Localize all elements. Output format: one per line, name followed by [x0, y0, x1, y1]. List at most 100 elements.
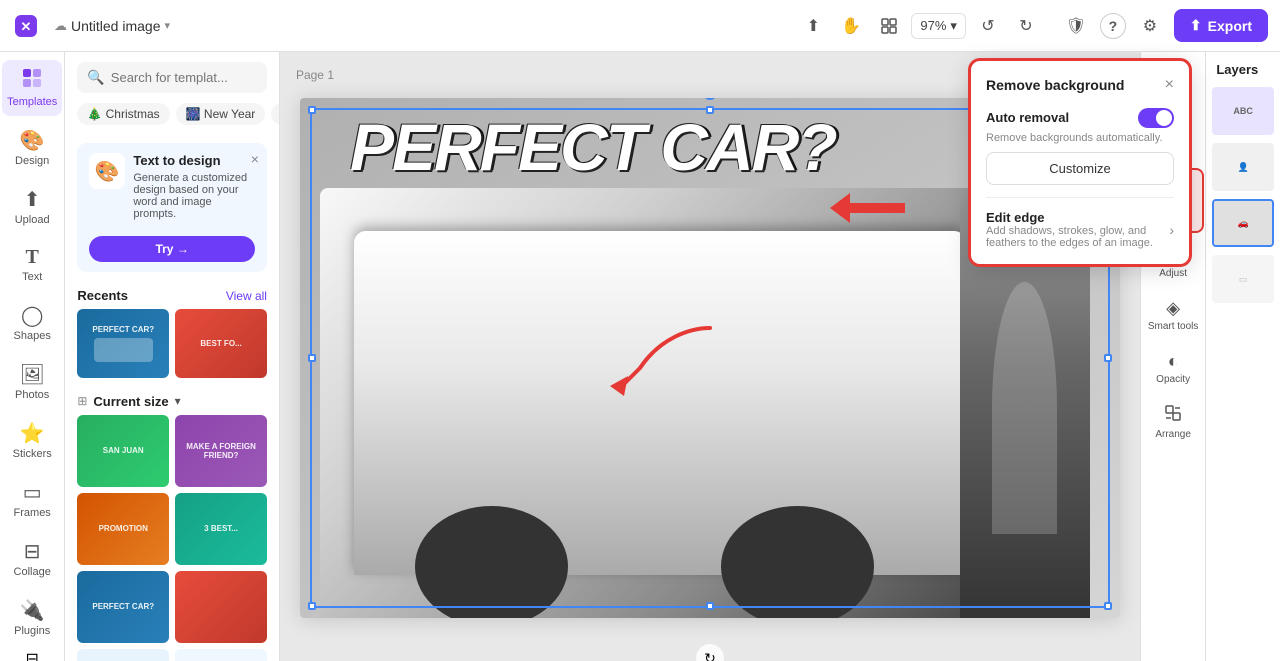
red-arrow-annotation — [600, 318, 720, 403]
recents-title: Recents — [77, 288, 128, 303]
templates-label: Templates — [7, 96, 57, 108]
smart-tools-tool[interactable]: ◈ Smart tools — [1142, 290, 1204, 341]
arrange-tool[interactable]: Arrange — [1142, 396, 1204, 449]
popup-divider — [986, 197, 1174, 198]
auto-removal-toggle[interactable] — [1138, 108, 1174, 128]
edit-edge-section[interactable]: Edit edge Add shadows, strokes, glow, an… — [986, 210, 1174, 249]
layer-item-text[interactable]: ABC — [1212, 87, 1274, 135]
smart-tools-icon: ◈ — [1166, 298, 1180, 319]
recents-header: Recents View all — [65, 280, 279, 309]
arrange-icon — [1164, 404, 1182, 427]
reset-rotation-btn[interactable]: ↻ — [696, 644, 724, 661]
cloud-icon: ☁ — [54, 18, 67, 34]
design-icon: 🎨 — [20, 128, 45, 153]
sidebar-item-plugins[interactable]: 🔌 Plugins — [2, 590, 62, 645]
opacity-label: Opacity — [1156, 374, 1190, 386]
canva-logo-icon[interactable]: ✕ — [12, 12, 40, 40]
svg-text:✕: ✕ — [21, 19, 32, 34]
size-thumb-6[interactable] — [175, 571, 267, 643]
size-thumb-4[interactable]: 3 BEST... — [175, 493, 267, 565]
auto-removal-label: Auto removal — [986, 110, 1069, 125]
shield-icon[interactable]: 🛡 — [1060, 10, 1092, 42]
search-box[interactable]: 🔍 ⟳ — [77, 62, 267, 93]
template-thumb-2[interactable]: BEST FO... — [175, 309, 267, 378]
sidebar-item-text[interactable]: T Text — [2, 238, 62, 291]
search-input[interactable] — [111, 70, 280, 85]
frame-tool-btn[interactable] — [873, 10, 905, 42]
size-thumb-2[interactable]: MAKE A FOREIGN FRIEND? — [175, 415, 267, 487]
tag-christmas[interactable]: 🎄 Christmas — [77, 103, 169, 125]
frames-icon: ▭ — [23, 480, 42, 505]
document-title-area[interactable]: ☁ Untitled image ▾ — [54, 18, 170, 34]
current-size-header[interactable]: ⊞ Current size ▾ — [65, 388, 279, 415]
collage-label: Collage — [14, 566, 51, 578]
sidebar-bottom-icon[interactable]: ⊟ — [25, 649, 38, 661]
promo-title: Text to design — [133, 153, 255, 168]
layer-item-jeep[interactable]: 🚗 — [1212, 199, 1274, 247]
template-thumb-1[interactable]: PERFECT CAR? — [77, 309, 169, 378]
size-thumb-5[interactable]: PERFECT CAR? — [77, 571, 169, 643]
sidebar-item-collage[interactable]: ⊟ Collage — [2, 531, 62, 586]
stickers-label: Stickers — [13, 448, 52, 460]
export-button[interactable]: ⬆ Export — [1174, 9, 1268, 42]
size-thumb-7[interactable]: HARMONY HOME — [77, 649, 169, 661]
shapes-label: Shapes — [14, 330, 51, 342]
redo-btn[interactable]: ↻ — [1010, 10, 1042, 42]
view-all-link[interactable]: View all — [226, 289, 267, 303]
sidebar-item-photos[interactable]: 🖼 Photos — [2, 354, 62, 409]
popup-header: Remove background × — [986, 76, 1174, 94]
promo-try-button[interactable]: Try → — [89, 236, 255, 262]
sidebar-item-upload[interactable]: ⬆ Upload — [2, 179, 62, 234]
promo-card: × 🎨 Text to design Generate a customized… — [77, 143, 267, 272]
upload-icon: ⬆ — [24, 187, 41, 212]
sidebar-item-design[interactable]: 🎨 Design — [2, 120, 62, 175]
text-icon: T — [26, 246, 39, 269]
adjust-label: Adjust — [1159, 268, 1187, 280]
auto-removal-row: Auto removal — [986, 108, 1174, 128]
sidebar-item-frames[interactable]: ▭ Frames — [2, 472, 62, 527]
edit-edge-title: Edit edge — [986, 210, 1169, 225]
auto-removal-desc: Remove backgrounds automatically. — [986, 132, 1174, 144]
sidebar-item-shapes[interactable]: ◯ Shapes — [2, 295, 62, 350]
zoom-control[interactable]: 97% ▾ — [911, 13, 966, 39]
undo-btn[interactable]: ↺ — [972, 10, 1004, 42]
hand-tool-btn[interactable]: ✋ — [835, 10, 867, 42]
search-area: 🔍 ⟳ — [65, 52, 279, 103]
design-label: Design — [15, 155, 49, 167]
title-chevron-icon: ▾ — [165, 19, 171, 32]
help-icon[interactable]: ? — [1100, 13, 1126, 39]
jeep-image-area — [320, 188, 1000, 618]
canvas-bottom: ↻ — [280, 638, 1140, 661]
edit-edge-desc: Add shadows, strokes, glow, and feathers… — [986, 225, 1169, 249]
customize-button[interactable]: Customize — [986, 152, 1174, 185]
tag-newyear[interactable]: 🎆 New Year — [176, 103, 266, 125]
popup-title: Remove background — [986, 77, 1124, 93]
popup-close-btn[interactable]: × — [1165, 76, 1174, 94]
layer-item-bg[interactable]: ▭ — [1212, 255, 1274, 303]
search-icon: 🔍 — [87, 69, 104, 86]
topbar: ✕ ☁ Untitled image ▾ ⬆ ✋ 97% ▾ ↺ ↻ 🛡 ? ⚙… — [0, 0, 1280, 52]
sidebar-item-stickers[interactable]: ⭐ Stickers — [2, 413, 62, 468]
tag-row: 🎄 Christmas 🎆 New Year Mo... — [65, 103, 279, 135]
recents-grid: PERFECT CAR? BEST FO... — [65, 309, 279, 388]
size-thumb-3[interactable]: PROMOTION — [77, 493, 169, 565]
promo-close-btn[interactable]: × — [251, 151, 259, 167]
shapes-icon: ◯ — [21, 303, 43, 328]
remove-background-popup: Remove background × Auto removal Remove … — [970, 60, 1190, 265]
collage-icon: ⊟ — [24, 539, 41, 564]
size-thumb-8[interactable]: Oral rinse — [175, 649, 267, 661]
pointer-tool-btn[interactable]: ⬆ — [797, 10, 829, 42]
photos-icon: 🖼 — [19, 362, 44, 387]
opacity-tool[interactable]: ◐ Opacity — [1142, 343, 1204, 394]
sidebar-item-templates[interactable]: Templates — [2, 60, 62, 116]
settings-icon[interactable]: ⚙ — [1134, 10, 1166, 42]
upload-label: Upload — [15, 214, 50, 226]
person-body-shape — [992, 282, 1057, 534]
perfect-car-text: PERFECT CAR? — [350, 110, 836, 184]
zoom-value: 97% — [920, 18, 946, 33]
size-thumb-1[interactable]: SAN JUAN — [77, 415, 169, 487]
toggle-knob — [1156, 110, 1172, 126]
tag-more[interactable]: Mo... — [271, 103, 279, 125]
layers-panel: Layers ABC 👤 🚗 ▭ — [1205, 52, 1280, 661]
layer-item-person[interactable]: 👤 — [1212, 143, 1274, 191]
